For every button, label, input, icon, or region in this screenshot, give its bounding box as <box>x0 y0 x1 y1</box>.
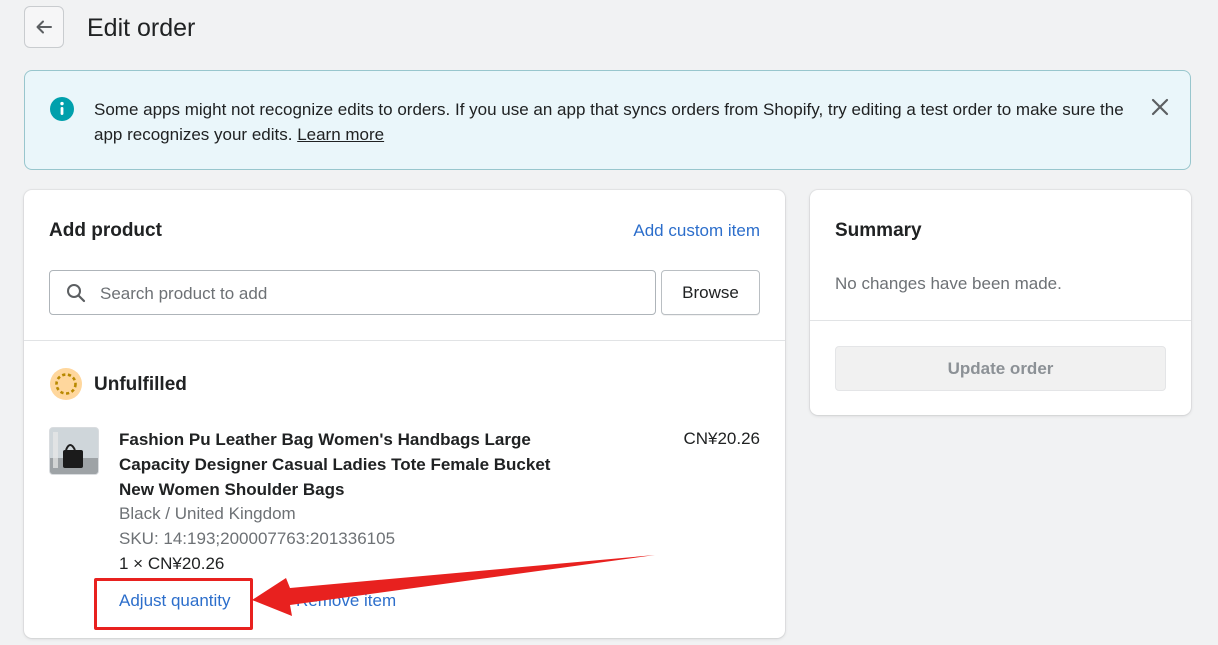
arrow-left-icon <box>36 20 52 34</box>
page-title: Edit order <box>87 14 196 42</box>
product-price: CN¥20.26 <box>683 429 760 448</box>
summary-note: No changes have been made. <box>835 274 1062 293</box>
browse-button[interactable]: Browse <box>661 270 760 315</box>
product-quantity: 1 × CN¥20.26 <box>119 554 225 573</box>
info-banner: Some apps might not recognize edits to o… <box>24 70 1191 170</box>
add-custom-item-link[interactable]: Add custom item <box>633 221 760 241</box>
card-divider <box>24 340 785 341</box>
annotation-arrow-icon <box>252 555 655 616</box>
search-product-input[interactable]: Search product to add <box>49 270 656 315</box>
search-placeholder: Search product to add <box>100 284 268 303</box>
product-name[interactable]: Fashion Pu Leather Bag Women's Handbags … <box>119 427 559 502</box>
product-variant: Black / United Kingdom <box>119 504 296 523</box>
update-order-button[interactable]: Update order <box>835 346 1166 391</box>
info-icon <box>50 97 74 121</box>
bag-image <box>50 428 98 474</box>
add-product-title: Add product <box>49 220 162 241</box>
banner-message: Some apps might not recognize edits to o… <box>94 97 1144 147</box>
banner-text: Some apps might not recognize edits to o… <box>94 100 1124 144</box>
close-icon[interactable] <box>1150 97 1170 117</box>
product-sku: SKU: 14:193;200007763:201336105 <box>119 529 396 548</box>
summary-divider <box>810 320 1191 321</box>
annotation-highlight-box <box>94 578 253 630</box>
summary-card: Summary No changes have been made. Updat… <box>810 190 1191 415</box>
back-button[interactable] <box>24 6 64 48</box>
search-icon <box>67 284 86 303</box>
summary-title: Summary <box>835 220 922 241</box>
unfulfilled-title: Unfulfilled <box>94 374 187 395</box>
product-thumbnail <box>49 427 99 475</box>
learn-more-link[interactable]: Learn more <box>297 125 384 144</box>
unfulfilled-status-icon <box>50 368 82 400</box>
